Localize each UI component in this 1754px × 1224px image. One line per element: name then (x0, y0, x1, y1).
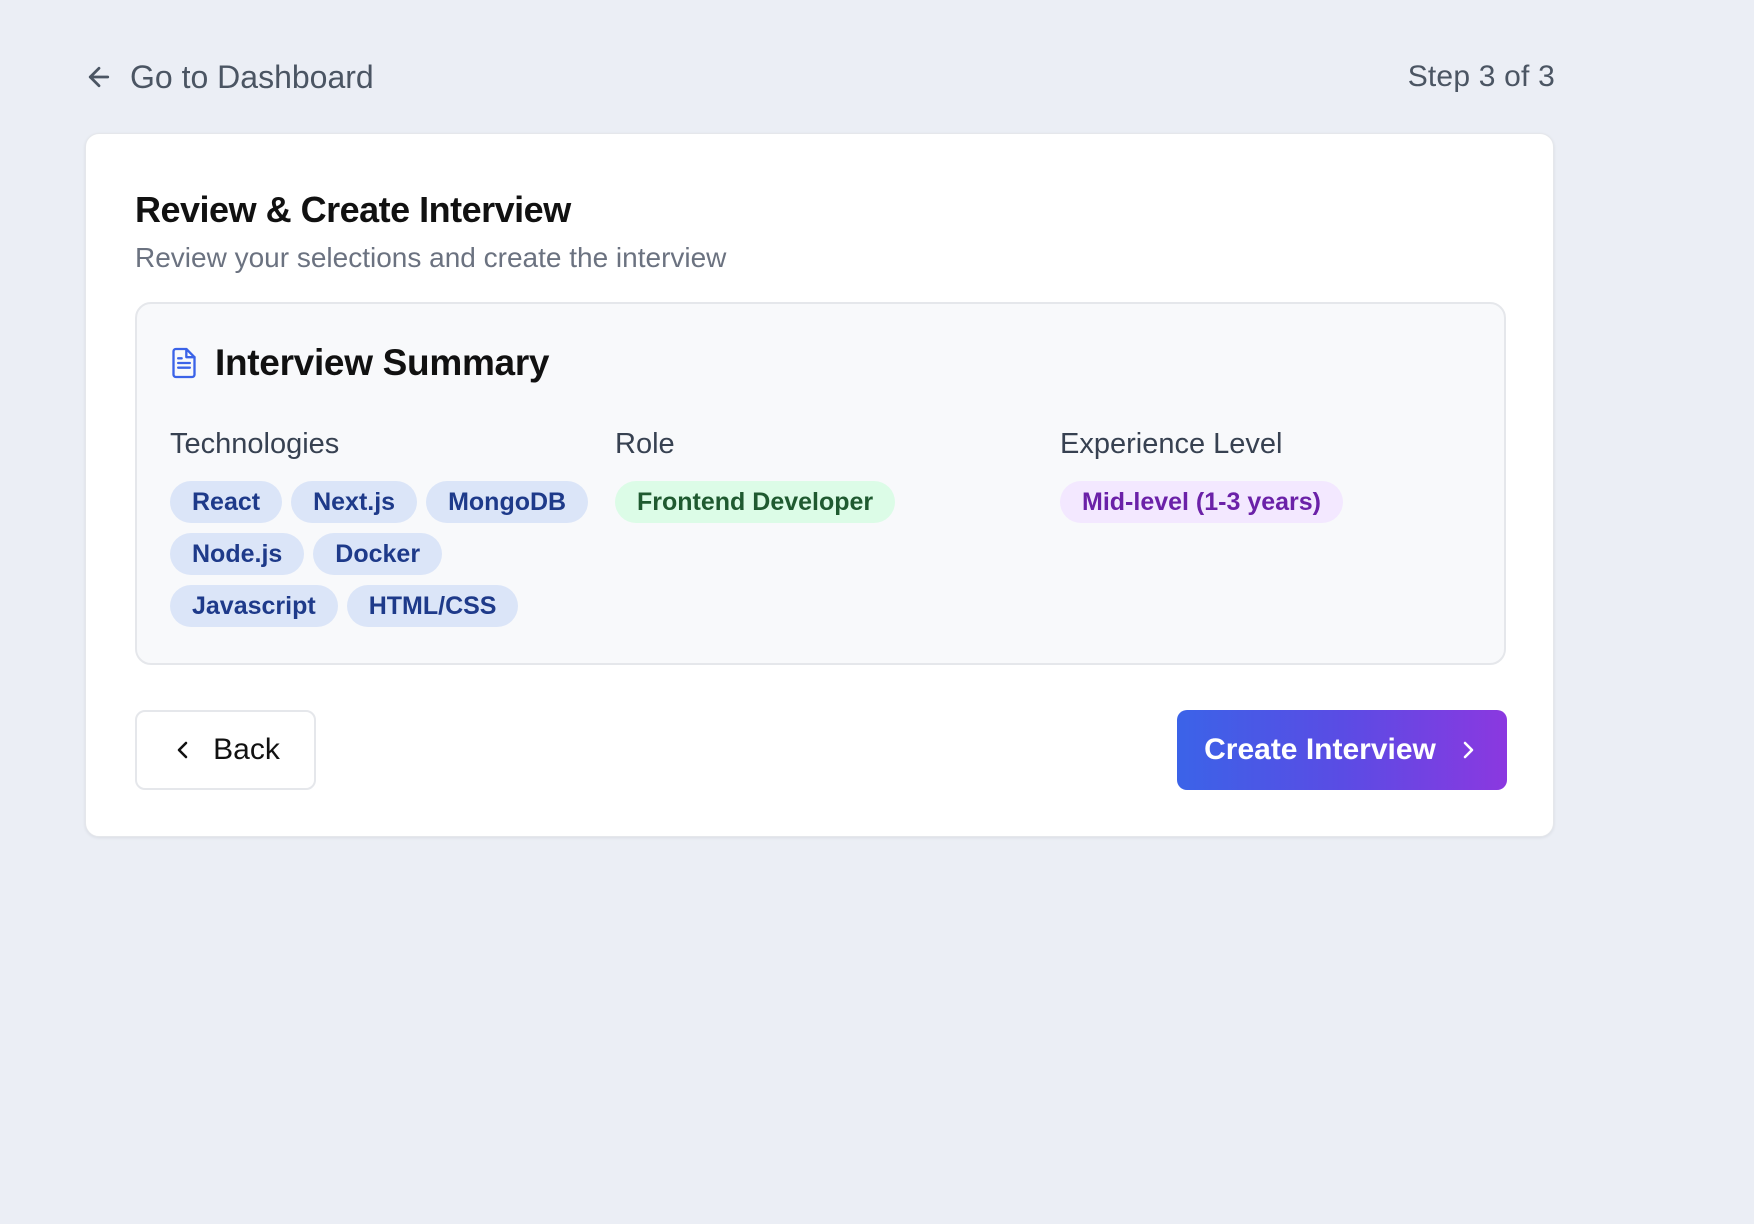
technology-chip: MongoDB (426, 481, 589, 523)
summary-title: Interview Summary (215, 342, 550, 383)
technologies-section: Technologies React Next.js MongoDB Node.… (170, 427, 590, 627)
technologies-label: Technologies (170, 428, 340, 460)
experience-chip: Mid-level (1-3 years) (1060, 481, 1343, 523)
technology-chip: Docker (313, 533, 443, 575)
arrow-left-icon (84, 62, 114, 92)
create-interview-label: Create Interview (1204, 733, 1436, 766)
create-interview-button[interactable]: Create Interview (1177, 710, 1507, 790)
document-icon (170, 346, 198, 380)
page-title: Review & Create Interview (135, 189, 571, 230)
back-button[interactable]: Back (135, 710, 316, 790)
go-to-dashboard-link[interactable]: Go to Dashboard (84, 59, 374, 96)
technology-chip: Node.js (170, 533, 305, 575)
page-subtitle: Review your selections and create the in… (135, 242, 727, 273)
experience-label: Experience Level (1060, 428, 1283, 460)
technology-chip: HTML/CSS (346, 585, 519, 627)
go-to-dashboard-label: Go to Dashboard (130, 58, 374, 95)
step-indicator: Step 3 of 3 (1407, 60, 1555, 93)
top-navigation-bar: Go to Dashboard Step 3 of 3 (84, 52, 1555, 102)
role-label: Role (615, 428, 675, 460)
chevron-left-icon (171, 738, 195, 762)
role-list: Frontend Developer (615, 481, 1035, 523)
technology-chip: Next.js (291, 481, 418, 523)
technology-chip: Javascript (170, 585, 338, 627)
back-button-label: Back (213, 733, 280, 766)
role-chip: Frontend Developer (615, 481, 896, 523)
technology-chip: React (170, 481, 283, 523)
experience-list: Mid-level (1-3 years) (1060, 481, 1480, 523)
summary-header: Interview Summary (170, 342, 550, 384)
technologies-list: React Next.js MongoDB Node.js Docker Jav… (170, 481, 590, 627)
interview-summary-panel: Interview Summary Technologies React Nex… (135, 302, 1506, 665)
review-card: Review & Create Interview Review your se… (85, 133, 1554, 837)
experience-section: Experience Level Mid-level (1-3 years) (1060, 427, 1480, 523)
chevron-right-icon (1456, 738, 1480, 762)
role-section: Role Frontend Developer (615, 427, 1035, 523)
